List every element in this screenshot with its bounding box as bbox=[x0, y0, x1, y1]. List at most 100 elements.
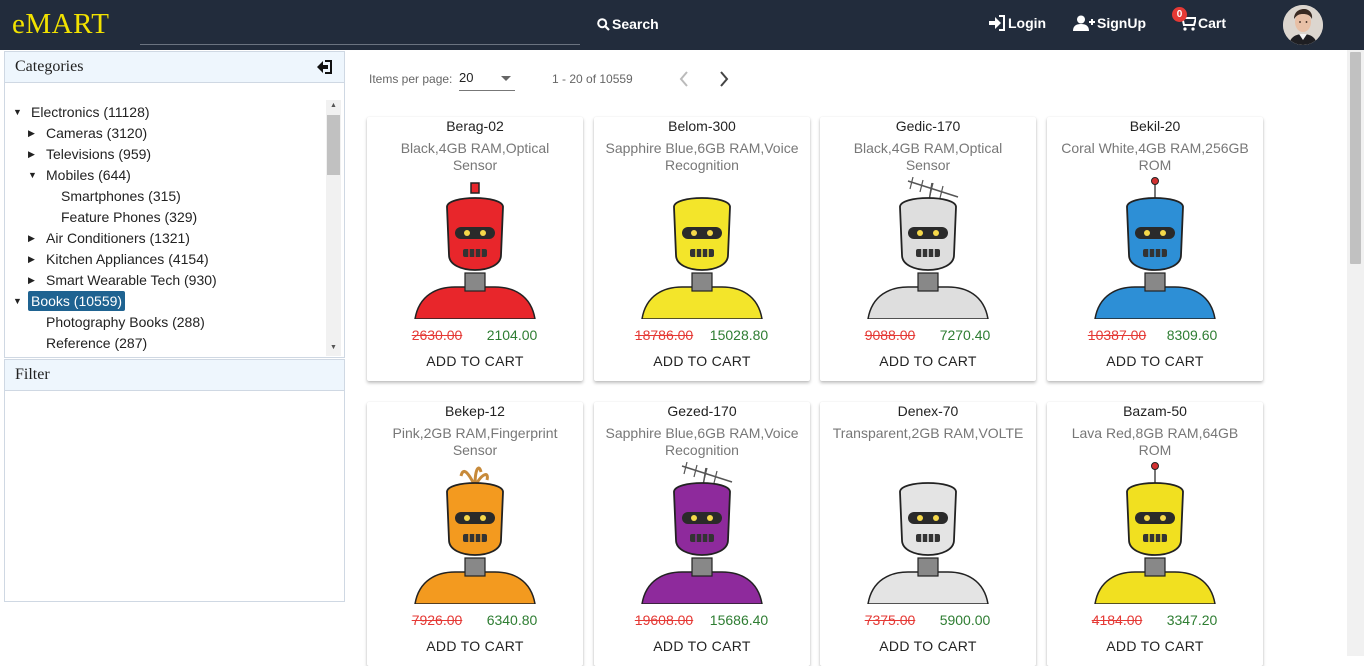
original-price: 19608.00 bbox=[634, 612, 694, 628]
product-card[interactable]: Berag-02 Black,4GB RAM,Optical Sensor 26… bbox=[367, 117, 583, 381]
product-name[interactable]: Gedic-170 bbox=[820, 118, 1036, 134]
chevron-right-icon bbox=[720, 71, 729, 87]
product-image[interactable] bbox=[375, 177, 575, 319]
search-input[interactable] bbox=[140, 44, 580, 45]
pagination-range: 1 - 20 of 10559 bbox=[552, 72, 633, 86]
caret-right-icon[interactable]: ▶ bbox=[28, 228, 38, 248]
product-description: Sapphire Blue,6GB RAM,Voice Recognition bbox=[605, 425, 799, 458]
original-price: 4184.00 bbox=[1091, 612, 1143, 628]
category-tree: ▼ Electronics (11128) ▶ Cameras (3120) ▶ Tele… bbox=[5, 84, 326, 356]
product-name[interactable]: Belom-300 bbox=[594, 118, 810, 134]
product-image[interactable] bbox=[828, 177, 1028, 319]
tree-item-label[interactable]: Feature Phones (329) bbox=[61, 207, 197, 227]
tree-item-label[interactable]: Electronics (11128) bbox=[31, 102, 150, 122]
filter-title: Filter bbox=[15, 366, 50, 383]
cart-count-badge: 0 bbox=[1172, 7, 1187, 22]
tree-item-label[interactable]: Smart Wearable Tech (930) bbox=[46, 270, 217, 290]
tree-item-label[interactable]: Books (10559) bbox=[28, 291, 126, 311]
items-per-page-select[interactable]: 20 bbox=[459, 70, 515, 91]
product-name[interactable]: Bekep-12 bbox=[367, 403, 583, 419]
previous-page-button[interactable] bbox=[677, 70, 691, 93]
search-icon bbox=[597, 17, 610, 31]
product-name[interactable]: Bekil-20 bbox=[1047, 118, 1263, 134]
add-to-cart-button[interactable]: ADD TO CART bbox=[1047, 638, 1263, 654]
chevron-left-icon bbox=[679, 71, 688, 87]
tree-item-label[interactable]: Photography Books (288) bbox=[46, 312, 205, 332]
tree-item-label[interactable]: Cameras (3120) bbox=[46, 123, 147, 143]
add-to-cart-button[interactable]: ADD TO CART bbox=[367, 638, 583, 654]
next-page-button[interactable] bbox=[717, 70, 731, 93]
caret-down-icon[interactable]: ▼ bbox=[13, 102, 23, 122]
add-to-cart-button[interactable]: ADD TO CART bbox=[594, 353, 810, 369]
user-avatar[interactable] bbox=[1283, 5, 1323, 45]
product-description: Lava Red,8GB RAM,64GB ROM bbox=[1071, 425, 1239, 458]
discounted-price: 7270.40 bbox=[939, 327, 991, 343]
tree-item-label[interactable]: Smartphones (315) bbox=[61, 186, 181, 206]
dropdown-caret-icon bbox=[501, 76, 511, 81]
tree-item-label[interactable]: Air Conditioners (1321) bbox=[46, 228, 190, 248]
product-image[interactable] bbox=[828, 462, 1028, 604]
caret-right-icon[interactable]: ▶ bbox=[28, 144, 38, 164]
original-price: 7926.00 bbox=[411, 612, 463, 628]
product-image[interactable] bbox=[602, 462, 802, 604]
product-description: Sapphire Blue,6GB RAM,Voice Recognition bbox=[605, 140, 799, 173]
add-to-cart-button[interactable]: ADD TO CART bbox=[1047, 353, 1263, 369]
product-card[interactable]: Gezed-170 Sapphire Blue,6GB RAM,Voice Re… bbox=[594, 402, 810, 666]
add-to-cart-button[interactable]: ADD TO CART bbox=[594, 638, 810, 654]
filter-panel bbox=[4, 391, 345, 602]
category-tree-scroll-thumb[interactable] bbox=[327, 115, 340, 175]
page-scrollbar-thumb[interactable] bbox=[1350, 52, 1361, 264]
signup-button[interactable]: SignUp bbox=[1073, 15, 1146, 31]
discounted-price: 15686.40 bbox=[709, 612, 769, 628]
caret-down-icon[interactable]: ▼ bbox=[13, 291, 23, 311]
tree-item-label[interactable]: Reference (287) bbox=[46, 333, 147, 353]
original-price: 9088.00 bbox=[864, 327, 916, 343]
caret-right-icon[interactable]: ▶ bbox=[28, 249, 38, 269]
product-image[interactable] bbox=[602, 177, 802, 319]
scroll-up-arrow[interactable]: ▲ bbox=[330, 102, 337, 109]
discounted-price: 6340.80 bbox=[486, 612, 538, 628]
product-description: Black,4GB RAM,Optical Sensor bbox=[853, 140, 1003, 173]
caret-right-icon[interactable]: ▶ bbox=[28, 270, 38, 290]
sign-in-icon bbox=[989, 15, 1005, 31]
avatar-image bbox=[1283, 5, 1323, 45]
site-logo[interactable]: eMART bbox=[12, 8, 109, 41]
product-card[interactable]: Gedic-170 Black,4GB RAM,Optical Sensor 9… bbox=[820, 117, 1036, 381]
product-name[interactable]: Denex-70 bbox=[820, 403, 1036, 419]
signup-label: SignUp bbox=[1097, 15, 1146, 31]
discounted-price: 5900.00 bbox=[939, 612, 991, 628]
product-card[interactable]: Bekep-12 Pink,2GB RAM,Fingerprint Sensor… bbox=[367, 402, 583, 666]
caret-right-icon[interactable]: ▶ bbox=[28, 123, 38, 143]
product-card[interactable]: Bekil-20 Coral White,4GB RAM,256GB ROM 1… bbox=[1047, 117, 1263, 381]
product-name[interactable]: Bazam-50 bbox=[1047, 403, 1263, 419]
tree-item-label[interactable]: Televisions (959) bbox=[46, 144, 151, 164]
scroll-down-arrow[interactable]: ▼ bbox=[330, 344, 337, 351]
tree-item-label[interactable]: Mobiles (644) bbox=[46, 165, 131, 185]
search-button[interactable]: Search bbox=[597, 16, 659, 32]
product-name[interactable]: Gezed-170 bbox=[594, 403, 810, 419]
product-card[interactable]: Belom-300 Sapphire Blue,6GB RAM,Voice Re… bbox=[594, 117, 810, 381]
product-image[interactable] bbox=[375, 462, 575, 604]
product-name[interactable]: Berag-02 bbox=[367, 118, 583, 134]
product-description: Black,4GB RAM,Optical Sensor bbox=[400, 140, 550, 173]
page-scrollbar[interactable] bbox=[1347, 50, 1364, 656]
discounted-price: 15028.80 bbox=[709, 327, 769, 343]
caret-down-icon[interactable]: ▼ bbox=[28, 165, 38, 185]
search-button-label: Search bbox=[612, 16, 659, 32]
product-image[interactable] bbox=[1055, 462, 1255, 604]
product-description: Coral White,4GB RAM,256GB ROM bbox=[1061, 140, 1249, 173]
add-to-cart-button[interactable]: ADD TO CART bbox=[820, 353, 1036, 369]
login-button[interactable]: Login bbox=[988, 15, 1046, 31]
user-plus-icon bbox=[1073, 15, 1095, 31]
product-image[interactable] bbox=[1055, 177, 1255, 319]
add-to-cart-button[interactable]: ADD TO CART bbox=[367, 353, 583, 369]
add-to-cart-button[interactable]: ADD TO CART bbox=[820, 638, 1036, 654]
category-tree-scrollbar[interactable]: ▲ ▼ bbox=[326, 100, 341, 356]
items-per-page-label: Items per page: bbox=[369, 72, 453, 86]
collapse-panel-icon[interactable] bbox=[316, 59, 334, 75]
product-description: Transparent,2GB RAM,VOLTE bbox=[832, 425, 1024, 441]
tree-item-label[interactable]: Kitchen Appliances (4154) bbox=[46, 249, 209, 269]
product-card[interactable]: Bazam-50 Lava Red,8GB RAM,64GB ROM 4184.… bbox=[1047, 402, 1263, 666]
product-card[interactable]: Denex-70 Transparent,2GB RAM,VOLTE 7375.… bbox=[820, 402, 1036, 666]
filter-header: Filter bbox=[4, 359, 345, 391]
